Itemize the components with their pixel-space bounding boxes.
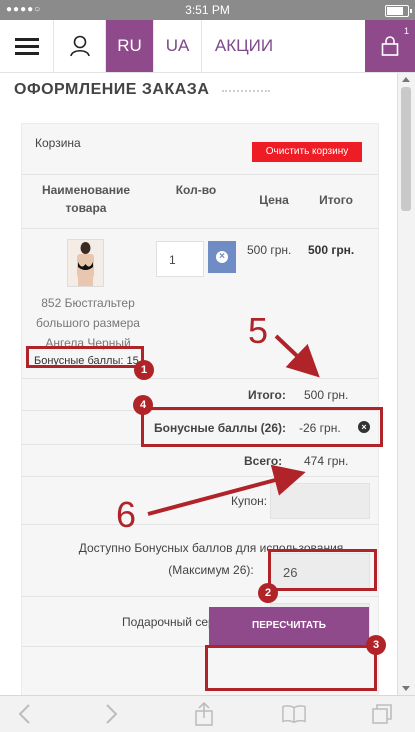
scroll-down-arrow-icon[interactable] (402, 686, 410, 691)
scroll-thumb[interactable] (401, 87, 411, 211)
tabs-icon[interactable] (370, 702, 394, 726)
bookmarks-icon[interactable] (282, 702, 306, 726)
browser-toolbar (0, 695, 415, 732)
back-icon[interactable] (12, 702, 36, 726)
annotation-arrow-5 (274, 334, 320, 378)
annotation-arrows (147, 334, 320, 516)
scroll-up-arrow-icon[interactable] (402, 77, 410, 82)
annotation-arrow-6 (147, 464, 306, 516)
forward-icon[interactable] (100, 702, 124, 726)
vertical-scrollbar[interactable] (397, 73, 415, 695)
share-icon[interactable] (192, 702, 216, 726)
